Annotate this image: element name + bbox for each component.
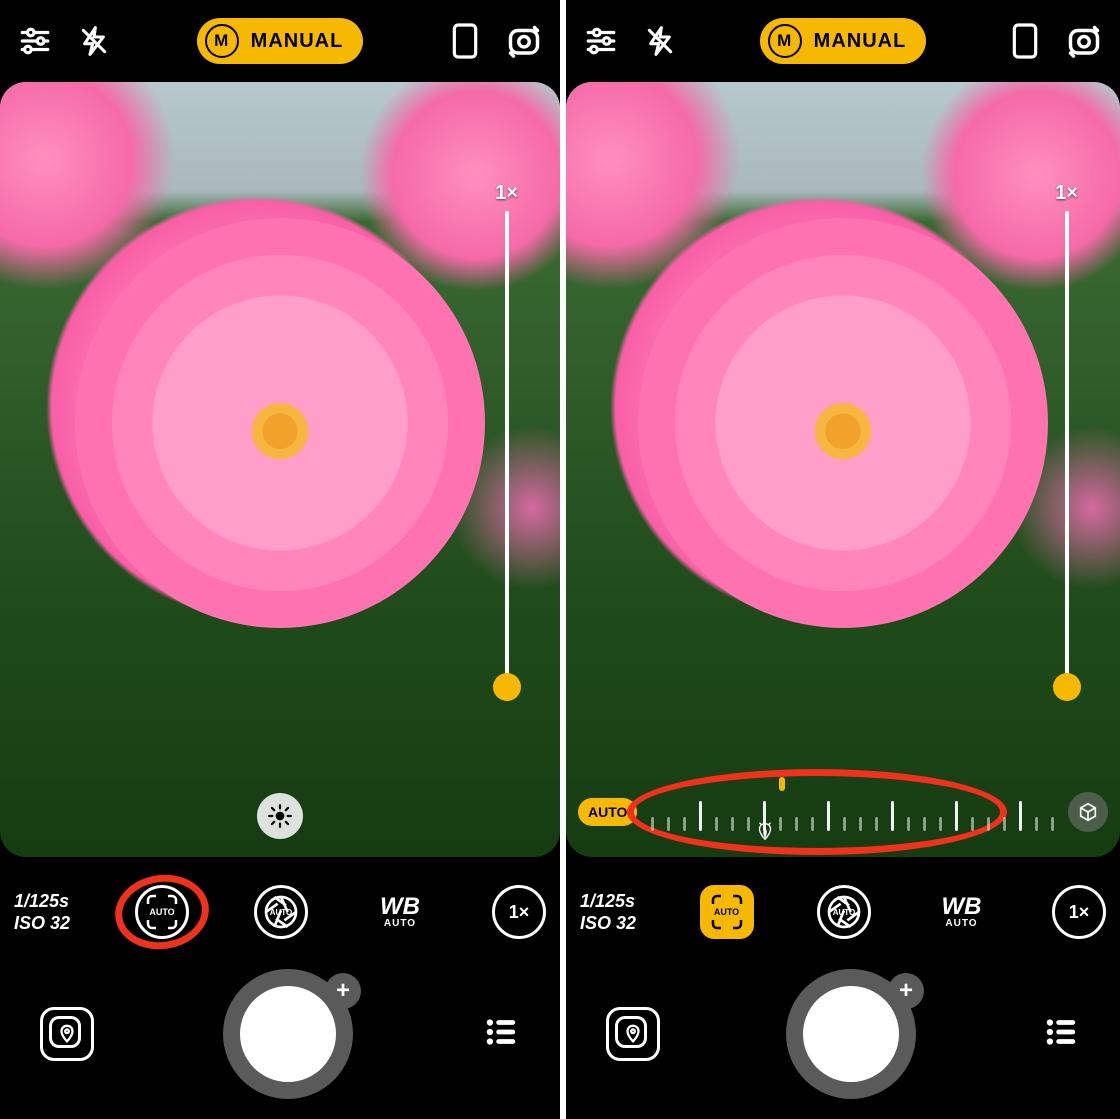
mode-letter: M — [205, 24, 239, 58]
gallery-button[interactable] — [606, 1007, 660, 1061]
wb-sub: AUTO — [384, 919, 416, 929]
top-toolbar: M MANUAL — [566, 0, 1120, 82]
flower-subject — [638, 218, 1048, 628]
flash-off-icon[interactable] — [78, 25, 110, 57]
flower-subject — [75, 218, 485, 628]
zoom-handle[interactable] — [493, 673, 521, 701]
focus-auto-chip[interactable]: AUTO — [578, 798, 637, 826]
viewfinder[interactable]: 1× — [0, 82, 560, 857]
aperture-label: AUTO — [270, 908, 293, 917]
macro-icon — [754, 820, 776, 847]
zoom-value: 1× — [1055, 182, 1078, 205]
focus-slider[interactable] — [647, 777, 1058, 847]
mode-label: MANUAL — [814, 30, 907, 53]
wb-sub: AUTO — [945, 919, 977, 929]
aperture-label: AUTO — [833, 908, 856, 917]
top-toolbar: M MANUAL — [0, 0, 560, 82]
white-balance-button[interactable]: WB AUTO — [934, 885, 988, 939]
focus-mode-button[interactable]: AUTO — [700, 885, 754, 939]
focus-ticks — [647, 791, 1058, 831]
lens-label: 1× — [1069, 902, 1090, 923]
settings-sliders-icon[interactable] — [18, 24, 52, 58]
switch-camera-icon[interactable] — [506, 23, 542, 59]
shutter-assembly: + — [223, 969, 353, 1099]
shutter-row: + — [566, 967, 1120, 1119]
lens-label: 1× — [509, 902, 530, 923]
exposure-readout: 1/125s ISO 32 — [14, 890, 70, 935]
settings-sliders-icon[interactable] — [584, 24, 618, 58]
aperture-button[interactable]: AUTO — [254, 885, 308, 939]
zoom-slider[interactable]: 1× — [495, 182, 518, 687]
mode-chip[interactable]: M MANUAL — [197, 18, 364, 64]
shutter-speed: 1/125s — [580, 890, 636, 913]
ar-cube-button[interactable] — [1068, 792, 1108, 832]
shutter-speed: 1/125s — [14, 890, 70, 913]
shutter-assembly: + — [786, 969, 916, 1099]
iso-value: ISO 32 — [580, 912, 636, 935]
zoom-handle[interactable] — [1053, 673, 1081, 701]
shutter-button[interactable] — [240, 986, 336, 1082]
camera-screen-left: M MANUAL 1× 1/125s ISO 32 — [0, 0, 560, 1119]
lens-button[interactable]: 1× — [492, 885, 546, 939]
zoom-track[interactable] — [1065, 211, 1069, 687]
focus-mode-button[interactable]: AUTO — [135, 885, 189, 939]
shutter-button[interactable] — [803, 986, 899, 1082]
focus-pointer[interactable] — [779, 777, 785, 791]
aspect-ratio-icon[interactable] — [450, 21, 480, 61]
aspect-ratio-icon[interactable] — [1010, 21, 1040, 61]
lens-button[interactable]: 1× — [1052, 885, 1106, 939]
wb-label: WB — [380, 895, 420, 919]
switch-camera-icon[interactable] — [1066, 23, 1102, 59]
zoom-slider[interactable]: 1× — [1055, 182, 1078, 687]
mode-label: MANUAL — [251, 30, 344, 53]
exposure-readout: 1/125s ISO 32 — [580, 890, 636, 935]
mode-letter: M — [768, 24, 802, 58]
flash-off-icon[interactable] — [644, 25, 676, 57]
list-menu-button[interactable] — [1042, 1013, 1080, 1056]
controls-row: 1/125s ISO 32 AUTO AUTO WB AUTO 1× — [0, 857, 560, 967]
focus-overlay: AUTO — [566, 777, 1120, 847]
focus-mode-label: AUTO — [714, 907, 739, 917]
aperture-button[interactable]: AUTO — [817, 885, 871, 939]
shutter-plus-button[interactable]: + — [888, 973, 924, 1009]
list-menu-button[interactable] — [482, 1013, 520, 1056]
controls-row: 1/125s ISO 32 AUTO AUTO WB AUTO 1× — [566, 857, 1120, 967]
white-balance-button[interactable]: WB AUTO — [373, 885, 427, 939]
brightness-button[interactable] — [257, 793, 303, 839]
mode-chip[interactable]: M MANUAL — [760, 18, 927, 64]
viewfinder[interactable]: 1× AUTO — [566, 82, 1120, 857]
shutter-row: + — [0, 967, 560, 1119]
gallery-button[interactable] — [40, 1007, 94, 1061]
wb-label: WB — [941, 895, 981, 919]
camera-screen-right: M MANUAL 1× AUTO — [560, 0, 1120, 1119]
zoom-value: 1× — [495, 182, 518, 205]
iso-value: ISO 32 — [14, 912, 70, 935]
zoom-track[interactable] — [505, 211, 509, 687]
shutter-plus-button[interactable]: + — [325, 973, 361, 1009]
